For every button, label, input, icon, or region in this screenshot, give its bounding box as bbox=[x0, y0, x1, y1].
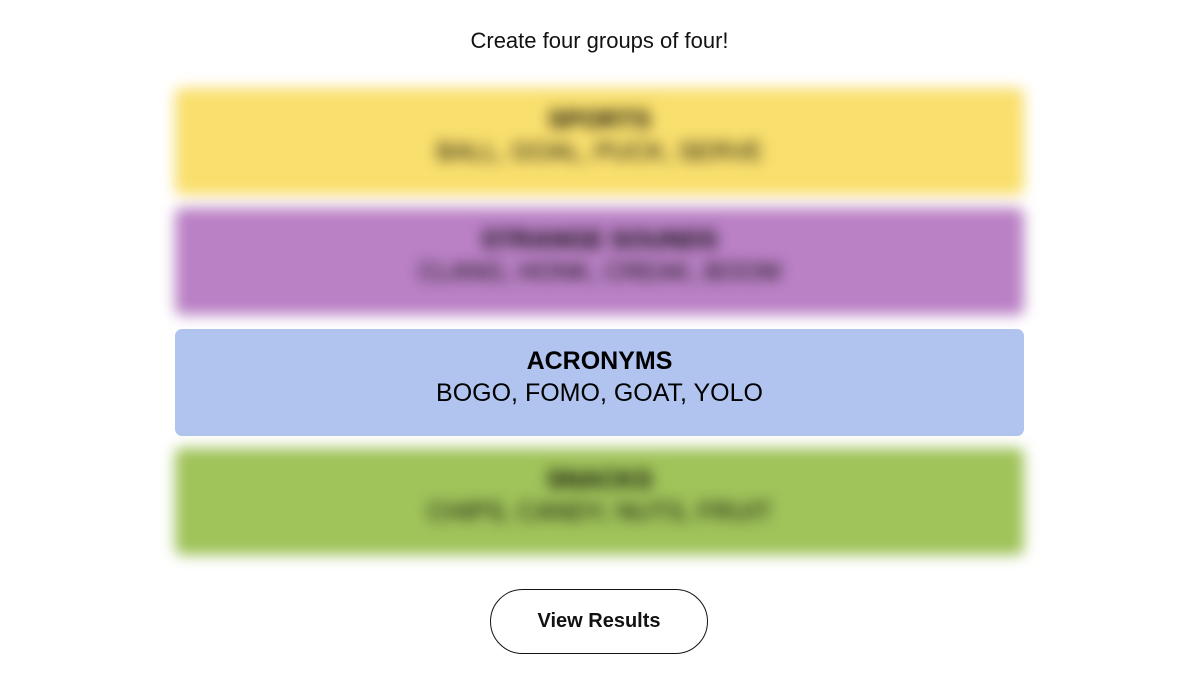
group-yellow: SPORTS BALL, GOAL, PUCK, SERVE bbox=[175, 88, 1024, 195]
group-blue: ACRONYMS BOGO, FOMO, GOAT, YOLO bbox=[175, 329, 1024, 436]
group-words: CLANG, HONK, CREAK, BOOM bbox=[418, 258, 781, 286]
group-category: STRANGE SOUNDS bbox=[481, 226, 718, 254]
group-purple: STRANGE SOUNDS CLANG, HONK, CREAK, BOOM bbox=[175, 208, 1024, 315]
group-words: BALL, GOAL, PUCK, SERVE bbox=[436, 138, 763, 166]
view-results-button[interactable]: View Results bbox=[490, 589, 708, 654]
group-words: CHIPS, CANDY, NUTS, FRUIT bbox=[427, 498, 772, 526]
group-category: SPORTS bbox=[548, 106, 651, 134]
instructions-text: Create four groups of four! bbox=[470, 28, 729, 53]
group-words: BOGO, FOMO, GOAT, YOLO bbox=[436, 379, 763, 407]
group-category: ACRONYMS bbox=[526, 347, 673, 375]
group-category: SNACKS bbox=[546, 466, 653, 494]
group-green: SNACKS CHIPS, CANDY, NUTS, FRUIT bbox=[175, 448, 1024, 555]
connections-results-page: Create four groups of four! SPORTS BALL,… bbox=[0, 0, 1199, 684]
